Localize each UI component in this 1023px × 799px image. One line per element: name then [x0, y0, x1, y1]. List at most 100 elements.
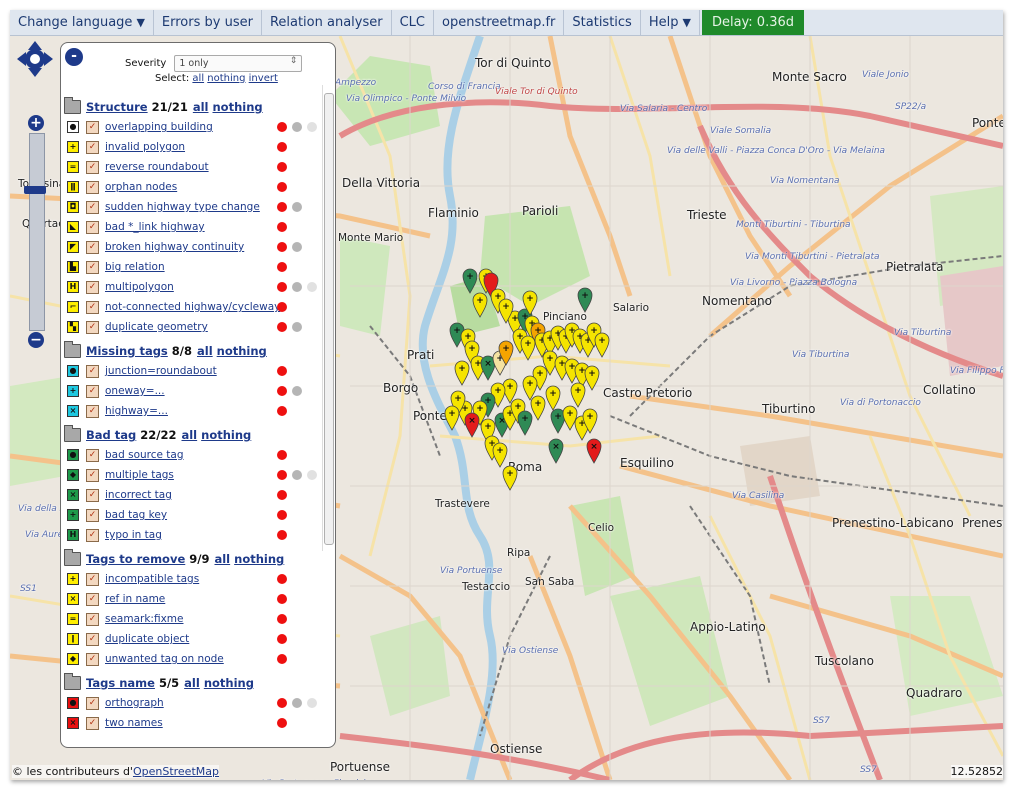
error-type-link[interactable]: broken highway continuity	[105, 241, 244, 253]
error-type-checkbox[interactable]: ✓	[86, 716, 99, 730]
error-type-checkbox[interactable]: ✓	[86, 612, 99, 626]
severity-select[interactable]: 1 only	[174, 55, 303, 72]
error-type-checkbox[interactable]: ✓	[86, 300, 99, 314]
scrollbar-thumb[interactable]	[324, 93, 334, 545]
category-all-link[interactable]: all	[181, 428, 197, 442]
severity-high-dot[interactable]	[277, 574, 287, 584]
error-type-link[interactable]: invalid polygon	[105, 141, 185, 153]
severity-medium-dot[interactable]	[292, 322, 302, 332]
severity-high-dot[interactable]	[277, 202, 287, 212]
severity-medium-dot[interactable]	[292, 386, 302, 396]
severity-high-dot[interactable]	[277, 490, 287, 500]
category-nothing-link[interactable]: nothing	[201, 428, 251, 442]
severity-high-dot[interactable]	[277, 366, 287, 376]
error-pin-icon[interactable]: ×	[548, 438, 564, 464]
error-pin-icon[interactable]: +	[498, 298, 514, 324]
error-type-link[interactable]: reverse roundabout	[105, 161, 209, 173]
severity-high-dot[interactable]	[277, 594, 287, 604]
severity-high-dot[interactable]	[277, 654, 287, 664]
menu-relation-analyser[interactable]: Relation analyser	[262, 10, 392, 35]
error-type-checkbox[interactable]: ✓	[86, 592, 99, 606]
error-type-link[interactable]: orphan nodes	[105, 181, 177, 193]
panel-scrollbar[interactable]	[322, 85, 334, 551]
severity-high-dot[interactable]	[277, 450, 287, 460]
error-type-link[interactable]: incompatible tags	[105, 573, 199, 585]
error-type-checkbox[interactable]: ✓	[86, 448, 99, 462]
error-type-link[interactable]: junction=roundabout	[105, 365, 217, 377]
error-pin-icon[interactable]: +	[530, 395, 546, 421]
folder-icon[interactable]	[64, 97, 81, 114]
error-type-checkbox[interactable]: ✓	[86, 632, 99, 646]
menu-openstreetmap-fr[interactable]: openstreetmap.fr	[434, 10, 565, 35]
category-nothing-link[interactable]: nothing	[234, 552, 284, 566]
severity-high-dot[interactable]	[277, 142, 287, 152]
menu-help[interactable]: Help ▼	[641, 10, 700, 35]
severity-low-dot[interactable]	[307, 122, 317, 132]
folder-icon[interactable]	[64, 673, 81, 690]
error-type-checkbox[interactable]: ✓	[86, 220, 99, 234]
category-all-link[interactable]: all	[214, 552, 230, 566]
severity-medium-dot[interactable]	[292, 242, 302, 252]
error-type-checkbox[interactable]: ✓	[86, 404, 99, 418]
severity-medium-dot[interactable]	[292, 122, 302, 132]
error-type-checkbox[interactable]: ✓	[86, 320, 99, 334]
severity-high-dot[interactable]	[277, 406, 287, 416]
severity-high-dot[interactable]	[277, 262, 287, 272]
error-type-link[interactable]: bad *_link highway	[105, 221, 205, 233]
error-pin-icon[interactable]: ×	[586, 438, 602, 464]
severity-low-dot[interactable]	[307, 282, 317, 292]
severity-high-dot[interactable]	[277, 634, 287, 644]
category-title[interactable]: Tags to remove	[86, 552, 185, 566]
severity-medium-dot[interactable]	[292, 470, 302, 480]
error-type-checkbox[interactable]: ✓	[86, 508, 99, 522]
error-type-checkbox[interactable]: ✓	[86, 280, 99, 294]
category-nothing-link[interactable]: nothing	[204, 676, 254, 690]
category-nothing-link[interactable]: nothing	[217, 344, 267, 358]
error-type-link[interactable]: orthograph	[105, 697, 164, 709]
error-type-checkbox[interactable]: ✓	[86, 120, 99, 134]
error-type-link[interactable]: incorrect tag	[105, 489, 172, 501]
error-pin-icon[interactable]: +	[570, 382, 586, 408]
severity-medium-dot[interactable]	[292, 202, 302, 212]
severity-high-dot[interactable]	[277, 322, 287, 332]
zoom-slider-track[interactable]	[29, 133, 45, 331]
severity-high-dot[interactable]	[277, 510, 287, 520]
severity-high-dot[interactable]	[277, 122, 287, 132]
error-pin-icon[interactable]: +	[594, 332, 610, 358]
error-type-checkbox[interactable]: ✓	[86, 384, 99, 398]
error-pin-icon[interactable]: +	[444, 405, 460, 431]
error-type-checkbox[interactable]: ✓	[86, 240, 99, 254]
error-type-checkbox[interactable]: ✓	[86, 260, 99, 274]
menu-clc[interactable]: CLC	[392, 10, 434, 35]
error-type-checkbox[interactable]: ✓	[86, 696, 99, 710]
severity-medium-dot[interactable]	[292, 282, 302, 292]
error-pin-icon[interactable]: +	[584, 365, 600, 391]
error-type-checkbox[interactable]: ✓	[86, 572, 99, 586]
error-type-link[interactable]: overlapping building	[105, 121, 213, 133]
folder-icon[interactable]	[64, 425, 81, 442]
error-pin-icon[interactable]: +	[577, 287, 593, 313]
menu-change-language[interactable]: Change language ▼	[10, 10, 154, 35]
menu-errors-by-user[interactable]: Errors by user	[154, 10, 262, 35]
error-type-link[interactable]: duplicate object	[105, 633, 189, 645]
severity-high-dot[interactable]	[277, 182, 287, 192]
severity-high-dot[interactable]	[277, 222, 287, 232]
zoom-slider-handle[interactable]	[24, 186, 46, 194]
category-title[interactable]: Structure	[86, 100, 148, 114]
error-type-link[interactable]: ref in name	[105, 593, 165, 605]
select-invert-link[interactable]: invert	[249, 73, 278, 84]
severity-high-dot[interactable]	[277, 614, 287, 624]
error-type-link[interactable]: unwanted tag on node	[105, 653, 224, 665]
severity-low-dot[interactable]	[307, 470, 317, 480]
error-pin-icon[interactable]: +	[454, 360, 470, 386]
error-type-checkbox[interactable]: ✓	[86, 468, 99, 482]
select-nothing-link[interactable]: nothing	[207, 73, 245, 84]
error-pin-icon[interactable]: ×	[464, 412, 480, 438]
error-type-link[interactable]: seamark:fixme	[105, 613, 183, 625]
folder-icon[interactable]	[64, 549, 81, 566]
error-type-link[interactable]: not-connected highway/cycleway	[105, 301, 280, 313]
error-pin-icon[interactable]: +	[472, 292, 488, 318]
error-type-link[interactable]: multipolygon	[105, 281, 174, 293]
collapse-panel-button[interactable]: -	[65, 48, 83, 66]
error-type-checkbox[interactable]: ✓	[86, 528, 99, 542]
